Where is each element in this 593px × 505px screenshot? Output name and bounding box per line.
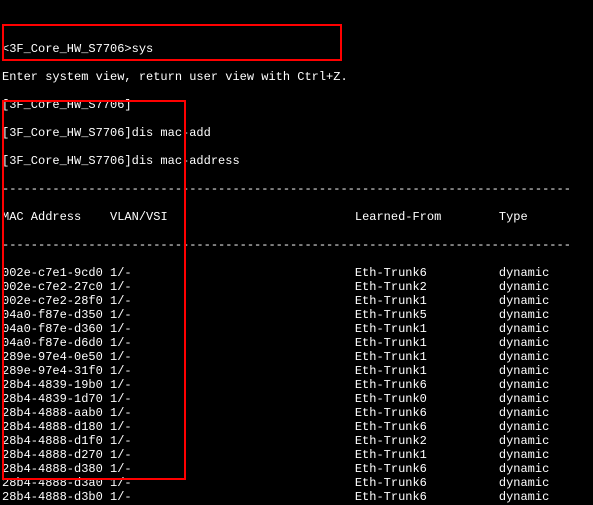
table-row: 002e-c7e1-9cd0 1/- Eth-Trunk6 dynamic: [2, 266, 593, 280]
table-row: 28b4-4888-aab0 1/- Eth-Trunk6 dynamic: [2, 406, 593, 420]
table-row: 28b4-4888-d270 1/- Eth-Trunk1 dynamic: [2, 448, 593, 462]
table-row: 28b4-4839-19b0 1/- Eth-Trunk6 dynamic: [2, 378, 593, 392]
table-row: 28b4-4888-d3a0 1/- Eth-Trunk6 dynamic: [2, 476, 593, 490]
table-row: 04a0-f87e-d350 1/- Eth-Trunk5 dynamic: [2, 308, 593, 322]
table-row: 28b4-4888-d1f0 1/- Eth-Trunk2 dynamic: [2, 434, 593, 448]
table-row: 04a0-f87e-d360 1/- Eth-Trunk1 dynamic: [2, 322, 593, 336]
prompt-sys: <3F_Core_HW_S7706>sys: [2, 42, 593, 56]
dash-top: ----------------------------------------…: [2, 182, 593, 196]
dash-mid: ----------------------------------------…: [2, 238, 593, 252]
table-row: 04a0-f87e-d6d0 1/- Eth-Trunk1 dynamic: [2, 336, 593, 350]
enter-system-msg: Enter system view, return user view with…: [2, 70, 593, 84]
hdr-type: Type: [499, 210, 528, 224]
prompt-cmd2: [3F_Core_HW_S7706]dis mac-address: [2, 154, 593, 168]
table-row: 289e-97e4-31f0 1/- Eth-Trunk1 dynamic: [2, 364, 593, 378]
hdr-mac: MAC Address: [2, 210, 81, 224]
prompt-cmd1: [3F_Core_HW_S7706]dis mac-add: [2, 126, 593, 140]
table-row: 289e-97e4-0e50 1/- Eth-Trunk1 dynamic: [2, 350, 593, 364]
table-row: 28b4-4888-d380 1/- Eth-Trunk6 dynamic: [2, 462, 593, 476]
hdr-vlan: VLAN/VSI: [110, 210, 168, 224]
prompt-empty: [3F_Core_HW_S7706]: [2, 98, 593, 112]
table-row: 28b4-4888-d180 1/- Eth-Trunk6 dynamic: [2, 420, 593, 434]
table-rows: 002e-c7e1-9cd0 1/- Eth-Trunk6 dynamic002…: [2, 266, 593, 505]
table-row: 28b4-4839-1d70 1/- Eth-Trunk0 dynamic: [2, 392, 593, 406]
hdr-learned: Learned-From: [355, 210, 441, 224]
table-header: MAC Address VLAN/VSI Learned-From Type: [2, 210, 593, 224]
table-row: 002e-c7e2-28f0 1/- Eth-Trunk1 dynamic: [2, 294, 593, 308]
terminal[interactable]: <3F_Core_HW_S7706>sys Enter system view,…: [0, 0, 593, 505]
table-row: 28b4-4888-d3b0 1/- Eth-Trunk6 dynamic: [2, 490, 593, 504]
table-row: 002e-c7e2-27c0 1/- Eth-Trunk2 dynamic: [2, 280, 593, 294]
partial-line: [2, 14, 593, 28]
